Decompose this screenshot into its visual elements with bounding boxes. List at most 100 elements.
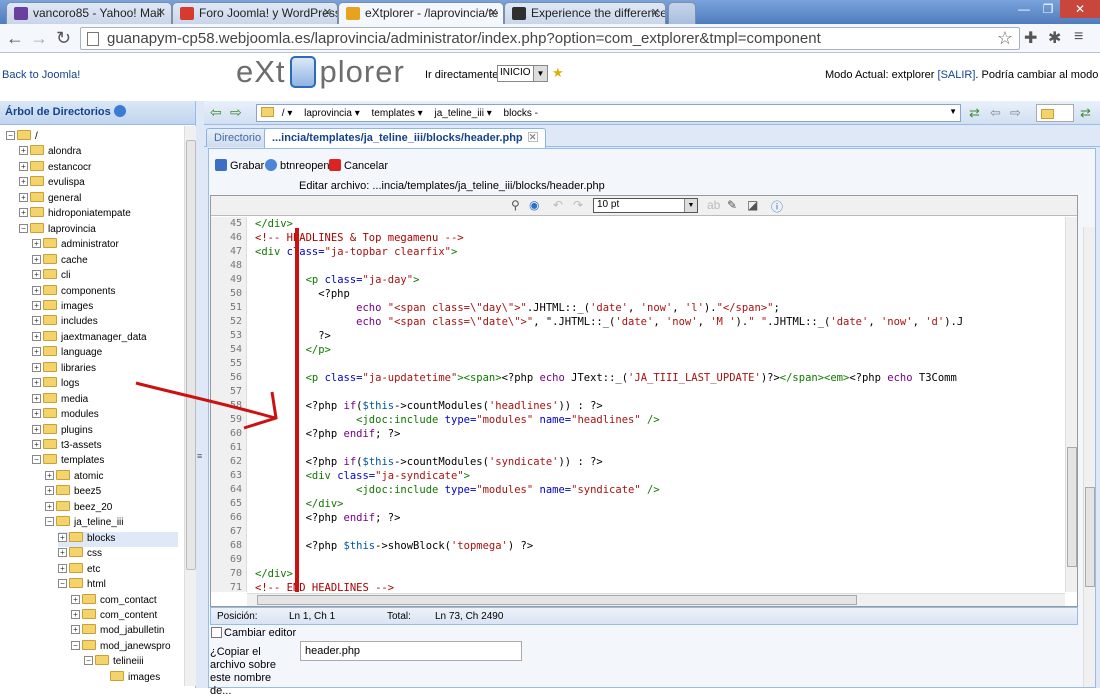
breadcrumb-laprovincia[interactable]: laprovincia ▾ bbox=[304, 108, 360, 119]
tree-item[interactable]: + components bbox=[32, 284, 178, 300]
close-tab-icon[interactable]: ✕ bbox=[157, 6, 166, 19]
reload-icon[interactable]: ↻ bbox=[56, 28, 71, 49]
tree-item[interactable]: + mod_jabulletin bbox=[71, 624, 178, 639]
tree-item[interactable]: + t3-assets bbox=[32, 439, 178, 454]
tree-item[interactable]: + atomic bbox=[45, 469, 178, 485]
chevron-down-icon[interactable]: ▼ bbox=[949, 107, 957, 116]
breadcrumb-root[interactable]: / ▾ bbox=[282, 108, 293, 119]
expand-icon[interactable]: + bbox=[58, 563, 67, 573]
forward-arrow-icon[interactable]: ⇨ bbox=[1010, 105, 1021, 121]
code-editor[interactable]: ⚲ ◉ ↶ ↷ 10 pt ▼ ab ✎ ◪ ⓘ 45 46 47 48 49 50 51 5… bbox=[210, 195, 1078, 607]
collapse-icon[interactable]: − bbox=[58, 579, 67, 589]
tree-scrollbar[interactable] bbox=[184, 126, 196, 686]
exit-link[interactable]: [SALIR] bbox=[938, 69, 976, 81]
tree-item[interactable]: + evulispa bbox=[19, 176, 178, 191]
collapse-icon[interactable]: − bbox=[6, 131, 15, 140]
close-tab-icon[interactable]: ✕ bbox=[651, 6, 660, 19]
new-tab-button[interactable] bbox=[668, 2, 696, 24]
tree-item[interactable]: − laprovincia bbox=[19, 222, 178, 238]
tab-directory[interactable]: Directorio bbox=[206, 128, 270, 147]
code-horizontal-scrollbar[interactable] bbox=[247, 593, 1065, 606]
expand-icon[interactable]: + bbox=[32, 378, 41, 388]
expand-icon[interactable]: + bbox=[32, 362, 41, 372]
tree-item[interactable]: + plugins bbox=[32, 423, 178, 439]
expand-icon[interactable]: + bbox=[32, 285, 41, 295]
tab-header-php[interactable]: ...incia/templates/ja_teline_iii/blocks/… bbox=[264, 128, 546, 148]
tree-item[interactable]: + language bbox=[32, 346, 178, 361]
eraser-icon[interactable]: ◪ bbox=[747, 198, 758, 212]
tree-item[interactable]: + com_content bbox=[71, 608, 178, 624]
browser-tab-experience[interactable]: Experience the difference ✕ bbox=[504, 2, 666, 24]
tree-item[interactable]: + beez_20 bbox=[45, 500, 178, 516]
close-tab-icon[interactable]: ✕ bbox=[323, 6, 332, 19]
expand-icon[interactable]: + bbox=[45, 486, 54, 496]
panel-splitter[interactable]: ≡ bbox=[196, 101, 204, 688]
scroll-thumb[interactable] bbox=[1067, 447, 1077, 567]
expand-icon[interactable]: + bbox=[32, 239, 41, 249]
expand-icon[interactable]: + bbox=[71, 594, 80, 604]
breadcrumb-templates[interactable]: templates ▾ bbox=[372, 108, 423, 119]
expand-icon[interactable]: + bbox=[19, 192, 28, 202]
breadcrumb-blocks[interactable]: blocks - bbox=[504, 108, 538, 119]
forward-arrow-icon[interactable]: → bbox=[30, 28, 48, 49]
panel-vertical-scrollbar[interactable] bbox=[1083, 227, 1095, 687]
tree-item[interactable]: + estancocr bbox=[19, 160, 178, 176]
tree-item[interactable]: + administrator bbox=[32, 238, 178, 253]
tree-item[interactable]: + includes bbox=[32, 315, 178, 330]
expand-icon[interactable]: + bbox=[19, 161, 28, 171]
breadcrumb-ja-teline[interactable]: ja_teline_iii ▾ bbox=[434, 108, 491, 119]
reopen-button[interactable]: btnreopen bbox=[265, 159, 330, 172]
tree-item[interactable]: + blocks bbox=[58, 531, 178, 547]
folder-button[interactable] bbox=[1036, 104, 1074, 122]
expand-icon[interactable]: + bbox=[32, 331, 41, 341]
maximize-icon[interactable]: ❐ bbox=[1036, 0, 1060, 18]
collapse-icon[interactable]: − bbox=[71, 640, 80, 650]
close-tab-icon[interactable]: ✕ bbox=[489, 6, 498, 19]
search-icon[interactable]: ⚲ bbox=[511, 198, 520, 212]
refresh-tree-icon[interactable] bbox=[113, 105, 126, 117]
code-vertical-scrollbar[interactable] bbox=[1065, 217, 1077, 592]
cancel-button[interactable]: Cancelar bbox=[329, 159, 388, 172]
undo-icon[interactable]: ↶ bbox=[553, 198, 563, 212]
help-icon[interactable]: ⓘ bbox=[771, 198, 783, 215]
goto-select[interactable]: INICIO ▼ bbox=[497, 65, 548, 82]
expand-icon[interactable]: + bbox=[71, 609, 80, 619]
tree-item[interactable]: − mod_janewspro bbox=[71, 639, 178, 655]
tree-item[interactable]: + cli bbox=[32, 269, 178, 284]
path-breadcrumb[interactable]: / ▾ laprovincia ▾ templates ▾ ja_teline_… bbox=[256, 104, 961, 122]
expand-icon[interactable]: + bbox=[45, 470, 54, 480]
expand-icon[interactable]: + bbox=[32, 409, 41, 419]
tree-item[interactable]: + css bbox=[58, 547, 178, 562]
collapse-icon[interactable]: − bbox=[32, 455, 41, 465]
tree-item[interactable]: images bbox=[97, 670, 178, 686]
back-to-joomla-link[interactable]: Back to Joomla! bbox=[2, 69, 80, 81]
expand-icon[interactable]: + bbox=[32, 393, 41, 403]
expand-icon[interactable]: + bbox=[71, 625, 80, 635]
collapse-icon[interactable]: − bbox=[84, 656, 93, 666]
tree-item[interactable]: + cache bbox=[32, 253, 178, 269]
tree-item[interactable]: + jaextmanager_data bbox=[32, 330, 178, 346]
refresh-icon[interactable]: ⇄ bbox=[969, 105, 980, 121]
browser-tab-extplorer[interactable]: eXtplorer - /laprovincia/te ✕ bbox=[338, 2, 504, 25]
expand-icon[interactable]: + bbox=[32, 424, 41, 434]
tree-item[interactable]: + general bbox=[19, 191, 178, 207]
tree-item[interactable]: + hidroponiatempate bbox=[19, 207, 178, 222]
expand-icon[interactable]: + bbox=[32, 347, 41, 357]
expand-icon[interactable]: + bbox=[58, 548, 67, 558]
expand-icon[interactable]: + bbox=[32, 300, 41, 310]
refresh-icon[interactable]: ⇄ bbox=[1080, 105, 1091, 121]
close-window-icon[interactable]: ✕ bbox=[1060, 0, 1100, 18]
forward-arrow-icon[interactable]: ⇨ bbox=[230, 104, 242, 121]
expand-icon[interactable]: + bbox=[32, 440, 41, 449]
scroll-thumb[interactable] bbox=[1085, 487, 1095, 587]
tree-item[interactable]: + images bbox=[32, 299, 178, 315]
menu-icon[interactable]: ≡ bbox=[1074, 28, 1083, 46]
puzzle-icon[interactable]: ✱ bbox=[1048, 28, 1061, 48]
back-arrow-icon[interactable]: ⇦ bbox=[990, 105, 1001, 121]
tree-item[interactable]: − html bbox=[58, 578, 178, 593]
expand-icon[interactable]: + bbox=[19, 208, 28, 218]
expand-icon[interactable]: + bbox=[32, 270, 41, 280]
expand-icon[interactable]: + bbox=[32, 316, 41, 326]
collapse-icon[interactable]: − bbox=[45, 517, 54, 527]
checkbox-box[interactable] bbox=[211, 627, 222, 638]
